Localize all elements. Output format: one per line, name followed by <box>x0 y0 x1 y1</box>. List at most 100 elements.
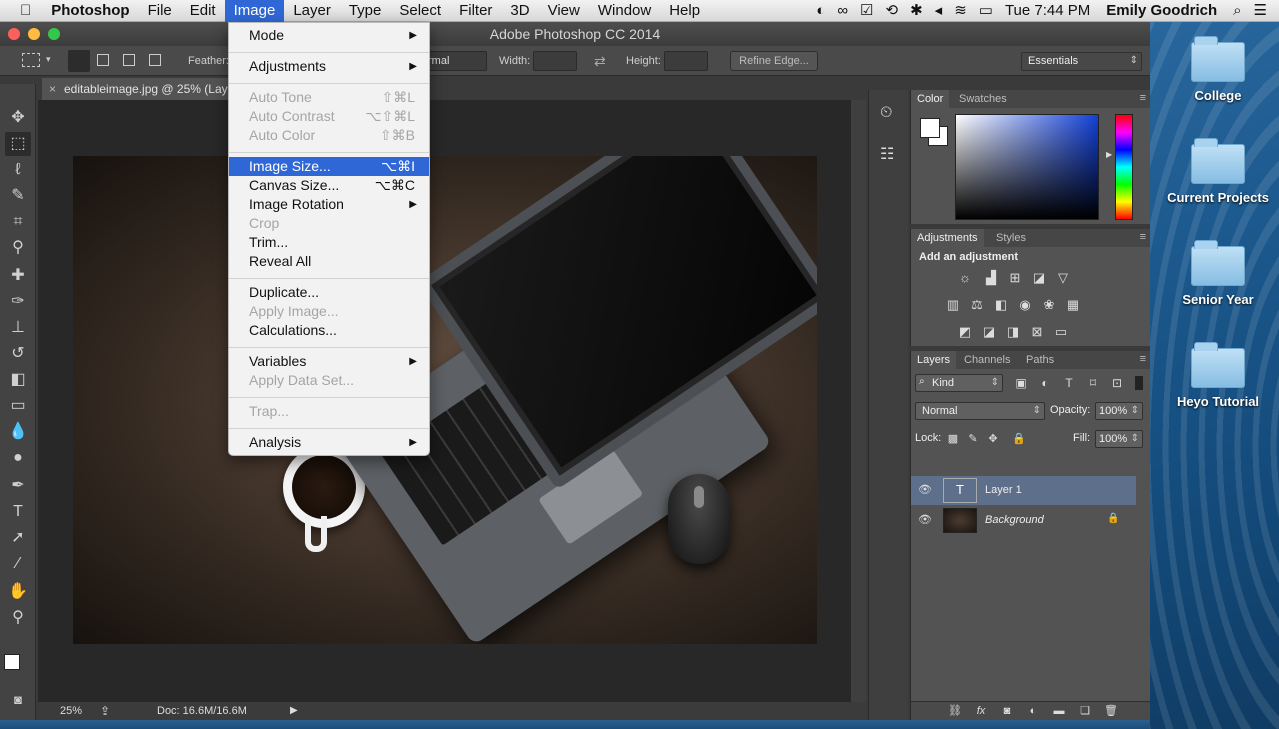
menu-item-image-size[interactable]: Image Size... ⌥⌘I <box>229 157 429 176</box>
document-image[interactable] <box>73 156 817 644</box>
vibrance-icon[interactable]: ▽ <box>1055 271 1071 285</box>
tab-swatches[interactable]: Swatches <box>953 90 1013 108</box>
black-white-icon[interactable]: ◧ <box>993 298 1009 312</box>
layer-filter-kind-dropdown[interactable]: Kind <box>915 374 1003 392</box>
zoom-tool-icon[interactable]: ⚲ <box>5 606 31 630</box>
tab-channels[interactable]: Channels <box>958 351 1016 369</box>
visibility-eye-icon[interactable]: 👁 <box>918 483 932 496</box>
filter-adjustment-icon[interactable]: ◐ <box>1037 376 1053 390</box>
close-window-button[interactable] <box>8 28 20 40</box>
history-brush-tool-icon[interactable]: ↺ <box>5 342 31 366</box>
filter-toggle[interactable] <box>1135 376 1143 390</box>
brush-tool-icon[interactable]: ✑ <box>5 290 31 314</box>
blend-mode-dropdown[interactable]: Normal <box>915 402 1045 420</box>
menu-item-auto-contrast[interactable]: Auto Contrast ⌥⇧⌘L <box>229 107 429 126</box>
menu-window[interactable]: Window <box>589 0 660 22</box>
menu-image[interactable]: Image <box>224 0 285 22</box>
tab-layers[interactable]: Layers <box>911 351 957 369</box>
color-foreground-swatch[interactable] <box>920 118 940 138</box>
new-layer-icon[interactable]: ❏ <box>1077 704 1093 718</box>
zoom-level[interactable]: 25% <box>60 702 82 720</box>
battery-icon[interactable]: ▭ <box>973 0 999 22</box>
path-selection-tool-icon[interactable]: ➚ <box>5 526 31 550</box>
pen-tool-icon[interactable]: ✒ <box>5 474 31 498</box>
height-input[interactable] <box>664 51 708 71</box>
volume-icon[interactable]: ◂ <box>929 0 949 22</box>
menu-item-canvas-size[interactable]: Canvas Size... ⌥⌘C <box>229 176 429 195</box>
marquee-preset-icon[interactable] <box>22 53 40 67</box>
foreground-color-swatch[interactable] <box>4 654 20 670</box>
filter-pixel-icon[interactable]: ▣ <box>1013 376 1029 390</box>
tab-styles[interactable]: Styles <box>990 229 1032 247</box>
desktop-folder[interactable]: Senior Year <box>1163 240 1273 307</box>
new-selection-icon[interactable] <box>68 50 90 72</box>
chevron-down-icon[interactable]: ▾ <box>46 54 51 65</box>
hue-saturation-icon[interactable]: ▥ <box>945 298 961 312</box>
user-name[interactable]: Emily Goodrich <box>1096 0 1227 22</box>
line-tool-icon[interactable]: ∕ <box>5 552 31 576</box>
clock[interactable]: Tue 7:44 PM <box>999 0 1096 22</box>
photo-filter-icon[interactable]: ◉ <box>1017 298 1033 312</box>
menu-item-auto-color[interactable]: Auto Color ⇧⌘B <box>229 126 429 145</box>
menu-item-apply-image[interactable]: Apply Image... <box>229 302 429 321</box>
history-panel-icon[interactable]: ⏲ <box>880 104 892 122</box>
share-icon[interactable]: ⇪ <box>100 702 110 720</box>
menu-filter[interactable]: Filter <box>450 0 501 22</box>
threshold-icon[interactable]: ◨ <box>1005 325 1021 339</box>
visibility-eye-icon[interactable]: 👁 <box>918 513 932 526</box>
menu-item-trap[interactable]: Trap... <box>229 402 429 421</box>
link-layers-icon[interactable]: ⛓ <box>947 704 963 718</box>
panel-menu-icon[interactable]: ≡ <box>1140 231 1146 243</box>
menu-edit[interactable]: Edit <box>181 0 225 22</box>
hand-tool-icon[interactable]: ✋ <box>5 580 31 604</box>
menu-item-auto-tone[interactable]: Auto Tone ⇧⌘L <box>229 88 429 107</box>
minimize-window-button[interactable] <box>28 28 40 40</box>
menu-item-adjustments[interactable]: Adjustments ▶ <box>229 57 429 76</box>
refine-edge-button[interactable]: Refine Edge... <box>730 51 818 71</box>
move-tool-icon[interactable]: ✥ <box>5 106 31 130</box>
gradient-map-icon[interactable]: ▭ <box>1053 325 1069 339</box>
workspace-dropdown[interactable]: Essentials <box>1021 52 1142 71</box>
desktop-folder[interactable]: Current Projects <box>1163 138 1273 205</box>
desktop-folder[interactable]: Heyo Tutorial <box>1163 342 1273 409</box>
layer-name[interactable]: Background <box>985 514 1044 526</box>
healing-brush-tool-icon[interactable]: ✚ <box>5 264 31 288</box>
color-balance-icon[interactable]: ⚖ <box>969 298 985 312</box>
desktop-folder[interactable]: College <box>1163 36 1273 103</box>
panel-menu-icon[interactable]: ≡ <box>1140 353 1146 365</box>
swap-icon[interactable]: ⇄ <box>594 53 606 70</box>
panel-menu-icon[interactable]: ≡ <box>1140 92 1146 104</box>
menu-item-reveal-all[interactable]: Reveal All <box>229 252 429 271</box>
quick-mask-icon[interactable]: ◙ <box>5 688 31 712</box>
menu-view[interactable]: View <box>539 0 589 22</box>
intersect-selection-icon[interactable] <box>149 54 161 66</box>
tab-color[interactable]: Color <box>911 90 950 108</box>
layer-name[interactable]: Layer 1 <box>985 484 1022 496</box>
levels-icon[interactable]: ▟ <box>983 271 999 285</box>
color-spectrum-field[interactable] <box>955 114 1099 220</box>
tab-paths[interactable]: Paths <box>1020 351 1060 369</box>
curves-icon[interactable]: ⊞ <box>1007 271 1023 285</box>
menu-item-calculations[interactable]: Calculations... <box>229 321 429 340</box>
blur-tool-icon[interactable]: 💧 <box>5 420 31 444</box>
filter-type-icon[interactable]: T <box>1061 376 1077 390</box>
lasso-tool-icon[interactable]: ℓ <box>5 158 31 182</box>
new-adjustment-layer-icon[interactable]: ◐ <box>1025 704 1041 718</box>
eraser-tool-icon[interactable]: ◧ <box>5 368 31 392</box>
bluetooth-icon[interactable]: ✱ <box>904 0 929 22</box>
menu-item-duplicate[interactable]: Duplicate... <box>229 283 429 302</box>
menu-layer[interactable]: Layer <box>284 0 340 22</box>
apple-menu-icon[interactable]:  <box>0 0 45 22</box>
menu-item-mode[interactable]: Mode ▶ <box>229 26 429 45</box>
exposure-icon[interactable]: ◪ <box>1031 271 1047 285</box>
moon-icon[interactable]: ◐ <box>810 0 831 22</box>
menu-item-analysis[interactable]: Analysis ▶ <box>229 433 429 452</box>
wifi-icon[interactable]: ≋ <box>948 0 973 22</box>
menu-select[interactable]: Select <box>390 0 450 22</box>
app-menu[interactable]: Photoshop <box>45 0 138 22</box>
quick-selection-tool-icon[interactable]: ✎ <box>5 184 31 208</box>
channel-mixer-icon[interactable]: ❀ <box>1041 298 1057 312</box>
subtract-selection-icon[interactable] <box>123 54 135 66</box>
layer-row[interactable]: 👁 T Layer 1 <box>911 476 1136 505</box>
hue-slider[interactable] <box>1115 114 1133 220</box>
